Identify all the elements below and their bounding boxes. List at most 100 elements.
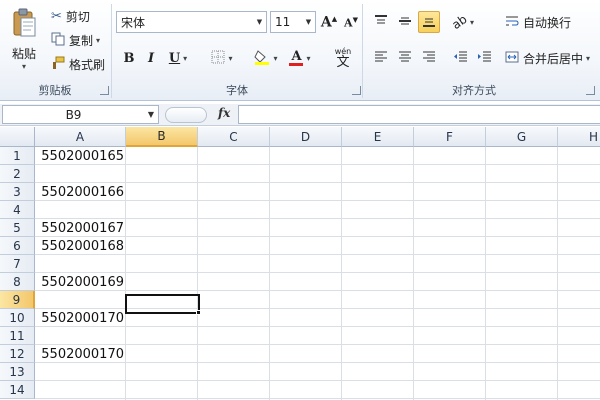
row-header[interactable]: 10	[0, 309, 35, 327]
font-color-button[interactable]: A ▾	[284, 47, 316, 69]
alignment-group-label: 对齐方式	[452, 84, 496, 97]
align-top-icon	[374, 14, 388, 31]
bold-button[interactable]: B	[119, 47, 139, 69]
align-right-button[interactable]	[418, 47, 440, 69]
text-orientation-icon: ab	[449, 11, 470, 33]
merge-center-button[interactable]: 合并后居中 ▾	[502, 47, 596, 69]
formula-bar-splitter[interactable]	[165, 107, 207, 123]
increase-indent-button[interactable]	[474, 47, 496, 69]
select-all-corner[interactable]	[0, 127, 35, 147]
column-header-a[interactable]: A	[35, 127, 126, 147]
align-center-icon	[398, 51, 412, 66]
wrap-text-label: 自动换行	[523, 15, 572, 30]
font-size-select[interactable]: 11 ▼	[270, 11, 316, 33]
clipboard-dialog-launcher[interactable]	[100, 86, 109, 95]
fill-color-button[interactable]: ▾	[250, 47, 282, 69]
cut-button[interactable]: ✂ 剪切	[48, 6, 100, 26]
column-header-f[interactable]: F	[414, 127, 486, 147]
row-header[interactable]: 1	[0, 147, 35, 165]
column-header-b[interactable]: B	[126, 127, 198, 147]
font-color-glyph: A	[291, 49, 302, 64]
cell-a11[interactable]	[35, 327, 126, 345]
format-painter-button[interactable]: 格式刷	[48, 54, 110, 74]
font-group-label: 字体	[226, 84, 248, 97]
align-center-button[interactable]	[394, 47, 416, 69]
border-icon	[211, 50, 225, 67]
chevron-down-icon[interactable]: ▼	[144, 110, 158, 119]
font-dialog-launcher[interactable]	[352, 86, 361, 95]
align-left-button[interactable]	[370, 47, 392, 69]
chevron-down-icon: ▾	[228, 53, 233, 63]
row-header[interactable]: 4	[0, 201, 35, 219]
cell-a7[interactable]	[35, 255, 126, 273]
font-name-value: 宋体	[121, 15, 146, 30]
paste-button[interactable]: 粘贴 ▾	[4, 2, 44, 76]
formula-bar: B9 ▼ fx	[0, 104, 600, 126]
cut-label: 剪切	[65, 9, 90, 24]
row-header[interactable]: 6	[0, 237, 35, 255]
align-middle-button[interactable]	[394, 11, 416, 33]
row-header[interactable]: 14	[0, 381, 35, 399]
cell-a4[interactable]	[35, 201, 126, 219]
cell-a6[interactable]: 5502000168	[35, 237, 126, 255]
cell-a14[interactable]	[35, 381, 126, 399]
row-header[interactable]: 3	[0, 183, 35, 201]
cell-a9[interactable]	[35, 291, 126, 309]
formula-input[interactable]	[238, 105, 600, 124]
name-box[interactable]: B9 ▼	[2, 105, 159, 124]
row-header[interactable]: 7	[0, 255, 35, 273]
align-bottom-button[interactable]	[418, 11, 440, 33]
chevron-down-icon: ▾	[306, 53, 311, 63]
italic-icon: I	[147, 50, 155, 66]
cell-a10[interactable]: 5502000170	[35, 309, 126, 327]
chevron-down-icon[interactable]: ▼	[253, 12, 266, 32]
chevron-down-icon: ▾	[183, 53, 188, 63]
outdent-icon	[454, 51, 468, 66]
bold-icon: B	[123, 50, 135, 66]
font-name-select[interactable]: 宋体 ▼	[116, 11, 267, 33]
clipboard-group-label: 剪贴板	[38, 84, 72, 97]
wrap-text-button[interactable]: 自动换行	[502, 11, 576, 33]
align-top-button[interactable]	[370, 11, 392, 33]
decrease-indent-button[interactable]	[450, 47, 472, 69]
orientation-button[interactable]: ab ▾	[448, 11, 478, 33]
copy-icon	[51, 32, 65, 49]
increase-font-size-button[interactable]: A▲	[319, 11, 339, 33]
cell-a2[interactable]	[35, 165, 126, 183]
column-header-e[interactable]: E	[342, 127, 414, 147]
cell-a13[interactable]	[35, 363, 126, 381]
chevron-down-icon: ▾	[586, 53, 591, 63]
cell-a12[interactable]: 5502000170	[35, 345, 126, 363]
fill-handle[interactable]	[196, 310, 201, 315]
chevron-down-icon[interactable]: ▼	[302, 12, 315, 32]
grow-font-icon: A▲	[320, 13, 338, 31]
underline-button[interactable]: U ▾	[163, 47, 193, 69]
cell-a8[interactable]: 5502000169	[35, 273, 126, 291]
column-header-c[interactable]: C	[198, 127, 270, 147]
row-header[interactable]: 13	[0, 363, 35, 381]
row-header[interactable]: 8	[0, 273, 35, 291]
copy-label: 复制	[69, 33, 94, 48]
spreadsheet-grid[interactable]: ABCDEFGH 1 5502000165 2 3 5502000166 4 5 550200…	[0, 127, 600, 400]
alignment-dialog-launcher[interactable]	[586, 86, 595, 95]
column-header-g[interactable]: G	[486, 127, 558, 147]
row-header[interactable]: 9	[0, 291, 35, 309]
paintbrush-icon	[51, 56, 65, 73]
decrease-font-size-button[interactable]: A▼	[341, 11, 361, 33]
cell-a5[interactable]: 5502000167	[35, 219, 126, 237]
row-header[interactable]: 11	[0, 327, 35, 345]
row-header[interactable]: 5	[0, 219, 35, 237]
column-header-h[interactable]: H	[558, 127, 600, 147]
copy-button[interactable]: 复制 ▾	[48, 30, 108, 50]
row-header[interactable]: 2	[0, 165, 35, 183]
italic-button[interactable]: I	[141, 47, 161, 69]
borders-button[interactable]: ▾	[206, 47, 238, 69]
row-header[interactable]: 12	[0, 345, 35, 363]
phonetic-button[interactable]: wén 文	[328, 45, 358, 71]
cell-a1[interactable]: 5502000165	[35, 147, 126, 165]
cell-a3[interactable]: 5502000166	[35, 183, 126, 201]
column-header-d[interactable]: D	[270, 127, 342, 147]
format-painter-label: 格式刷	[69, 57, 106, 72]
insert-function-icon[interactable]: fx	[218, 106, 230, 120]
paste-label: 粘贴	[11, 46, 36, 61]
